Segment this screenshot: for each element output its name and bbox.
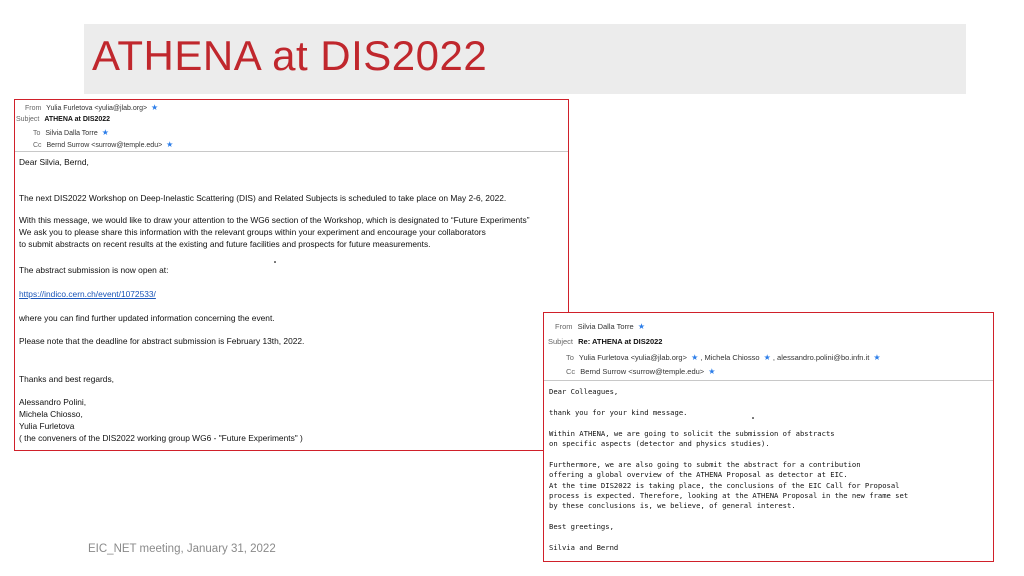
email2-body-line: Furthermore, we are also going to submit… bbox=[549, 460, 861, 469]
email1-body-line: to submit abstracts on recent results at… bbox=[19, 239, 431, 249]
email2-body-line: offering a global overview of the ATHENA… bbox=[549, 470, 848, 479]
email2-to-row: To Yulia Furletova <yulia@jlab.org> ★ , … bbox=[566, 353, 881, 362]
email1-from-row: From Yulia Furletova <yulia@jlab.org> ★ bbox=[25, 103, 158, 112]
email2-body-line: process is expected. Therefore, looking … bbox=[549, 491, 909, 500]
email2-subject-value: Re: ATHENA at DIS2022 bbox=[578, 337, 663, 346]
header-divider bbox=[15, 151, 568, 152]
email2-cc-value[interactable]: Bernd Surrow <surrow@temple.edu> bbox=[580, 367, 704, 376]
email2-body-line: Silvia and Bernd bbox=[549, 543, 619, 552]
email1-signature-line: ( the conveners of the DIS2022 working g… bbox=[19, 433, 303, 443]
email-reply: From Silvia Dalla Torre ★ Subject Re: AT… bbox=[543, 312, 994, 562]
email1-cc-value[interactable]: Bernd Surrow <surrow@temple.edu> bbox=[47, 142, 163, 149]
email2-from-row: From Silvia Dalla Torre ★ bbox=[555, 322, 645, 331]
email2-to-value-3[interactable]: , alessandro.polini@bo.infn.it bbox=[773, 353, 869, 362]
email2-from-value[interactable]: Silvia Dalla Torre bbox=[578, 322, 634, 331]
star-icon: ★ bbox=[873, 353, 881, 362]
email1-body-line: The abstract submission is now open at: bbox=[19, 265, 169, 275]
star-icon: ★ bbox=[691, 353, 699, 362]
email1-to-row: To Silvia Dalla Torre ★ bbox=[33, 128, 109, 137]
email1-subject-row: Subject ATHENA at DIS2022 bbox=[16, 116, 110, 123]
title-bar: ATHENA at DIS2022 bbox=[84, 24, 966, 94]
email1-subject-value: ATHENA at DIS2022 bbox=[44, 116, 111, 123]
email2-body-line: Best greetings, bbox=[549, 522, 614, 531]
email1-cc-label: Cc bbox=[33, 142, 42, 149]
star-icon: ★ bbox=[637, 322, 645, 331]
email1-cc-row: Cc Bernd Surrow <surrow@temple.edu> ★ bbox=[33, 140, 173, 149]
email1-to-label: To bbox=[33, 130, 41, 137]
abstract-submission-link[interactable]: https://indico.cern.ch/event/1072533/ bbox=[19, 289, 156, 299]
email1-body-line: We ask you to please share this informat… bbox=[19, 227, 486, 237]
star-icon: ★ bbox=[763, 353, 771, 362]
email2-to-label: To bbox=[566, 353, 574, 362]
stray-dot bbox=[274, 261, 276, 263]
email2-body-line: Within ATHENA, we are going to solicit t… bbox=[549, 429, 835, 438]
star-icon: ★ bbox=[101, 128, 109, 137]
email1-body-line: Please note that the deadline for abstra… bbox=[19, 336, 305, 346]
email1-body-line: With this message, we would like to draw… bbox=[19, 215, 530, 225]
email2-body-line: thank you for your kind message. bbox=[549, 408, 688, 417]
email2-body-line: At the time DIS2022 is taking place, the… bbox=[549, 481, 900, 490]
star-icon: ★ bbox=[708, 367, 716, 376]
email1-body-line: Thanks and best regards, bbox=[19, 374, 114, 384]
email1-from-label: From bbox=[25, 105, 42, 112]
email1-subject-label: Subject bbox=[16, 116, 40, 123]
email2-to-value-2[interactable]: , Michela Chiosso bbox=[700, 353, 759, 362]
email2-body-line: by these conclusions is, we believe, of … bbox=[549, 501, 796, 510]
email2-body-line: on specific aspects (detector and physic… bbox=[549, 439, 770, 448]
email-original: From Yulia Furletova <yulia@jlab.org> ★ … bbox=[14, 99, 569, 451]
email2-subject-row: Subject Re: ATHENA at DIS2022 bbox=[548, 337, 662, 346]
email2-body-line: Dear Colleagues, bbox=[549, 387, 619, 396]
star-icon: ★ bbox=[151, 103, 159, 112]
email2-to-value-1[interactable]: Yulia Furletova <yulia@jlab.org> bbox=[579, 353, 687, 362]
email1-to-value[interactable]: Silvia Dalla Torre bbox=[45, 130, 97, 137]
email1-signature-line: Yulia Furletova bbox=[19, 421, 75, 431]
header-divider bbox=[544, 380, 993, 381]
email1-signature-line: Alessandro Polini, bbox=[19, 397, 87, 407]
email2-cc-label: Cc bbox=[566, 367, 576, 376]
email2-subject-label: Subject bbox=[548, 337, 574, 346]
star-icon: ★ bbox=[166, 140, 174, 149]
email1-body-line: The next DIS2022 Workshop on Deep-Inelas… bbox=[19, 193, 507, 203]
slide-footer: EIC_NET meeting, January 31, 2022 bbox=[88, 543, 276, 555]
email1-body-line: Dear Silvia, Bernd, bbox=[19, 157, 89, 167]
email1-signature-line: Michela Chiosso, bbox=[19, 409, 83, 419]
email2-from-label: From bbox=[555, 322, 573, 331]
email1-body-line: where you can find further updated infor… bbox=[19, 313, 275, 323]
email2-cc-row: Cc Bernd Surrow <surrow@temple.edu> ★ bbox=[566, 367, 715, 376]
slide-title: ATHENA at DIS2022 bbox=[92, 32, 488, 79]
email1-from-value[interactable]: Yulia Furletova <yulia@jlab.org> bbox=[46, 105, 147, 112]
stray-dot bbox=[752, 417, 754, 419]
